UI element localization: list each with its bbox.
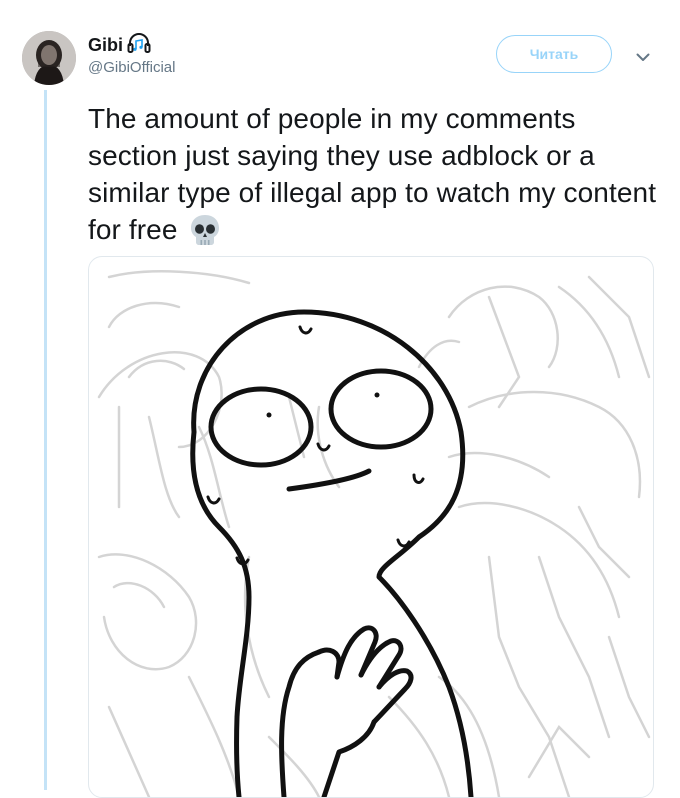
avatar[interactable] [22, 31, 76, 85]
skull-emoji [188, 213, 222, 256]
avatar-image [22, 31, 76, 85]
chevron-down-icon[interactable] [632, 46, 654, 68]
user-handle[interactable]: @GibiOfficial [88, 59, 175, 76]
thread-line [44, 90, 47, 790]
follow-button[interactable]: Читать [496, 35, 612, 73]
display-name[interactable]: Gibi [88, 35, 123, 56]
sketch-illustration [97, 270, 651, 797]
tweet-text-body: The amount of people in my comments sect… [88, 103, 657, 245]
headphones-music-icon [127, 32, 151, 59]
tweet-text: The amount of people in my comments sect… [88, 100, 658, 256]
tweet-media-image[interactable] [88, 256, 654, 798]
tweet-header: Gibi @GibiOfficial [88, 32, 175, 76]
